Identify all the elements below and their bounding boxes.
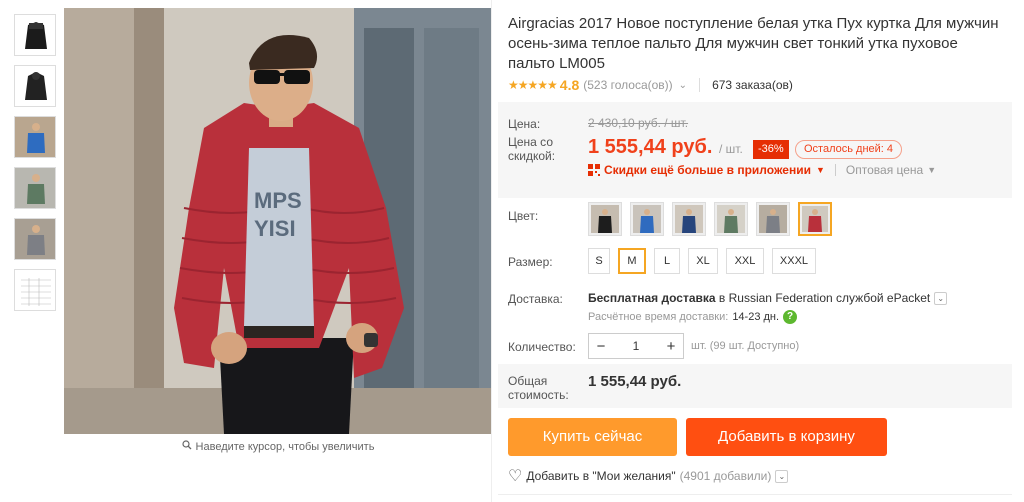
- shipping-destination: в Russian Federation службой ePacket: [718, 291, 931, 305]
- total-label: Общая стоимость:: [508, 374, 569, 402]
- free-shipping-text: Бесплатная доставка: [588, 291, 716, 305]
- app-promo-link[interactable]: Скидки ещё больше в приложении: [604, 163, 811, 177]
- thumbnail-size-chart[interactable]: [14, 269, 56, 311]
- price-label: Цена:: [508, 117, 541, 131]
- color-swatch-grey[interactable]: [756, 202, 790, 236]
- shipping-time-value: 14-23 дн.: [732, 311, 780, 323]
- add-to-wishlist-link[interactable]: Добавить в "Мои желания": [526, 469, 675, 483]
- color-swatches: [588, 202, 840, 236]
- wishlist-row: ♡ Добавить в "Мои желания" (4901 добавил…: [508, 466, 789, 486]
- increase-button[interactable]: +: [659, 338, 683, 355]
- size-options: S M L XL XXL XXXL: [588, 248, 824, 274]
- chevron-down-icon[interactable]: ⌄: [934, 291, 948, 305]
- product-page: MPS YISI Наведите курсор, чтобы увеличит…: [0, 0, 1024, 502]
- heart-icon[interactable]: ♡: [508, 466, 522, 486]
- app-promo-row: Скидки ещё больше в приложении ▼ Оптовая…: [588, 163, 936, 177]
- size-option-xxl[interactable]: XXL: [726, 248, 764, 274]
- rating-row: ★★★★★ 4.8 (523 голоса(ов)) ⌄ 673 заказа(…: [508, 77, 793, 93]
- separator: [834, 164, 836, 176]
- size-option-xl[interactable]: XL: [688, 248, 718, 274]
- thumbnail-grey-jacket-model[interactable]: [14, 218, 56, 260]
- product-title: Airgracias 2017 Новое поступление белая …: [508, 15, 999, 72]
- svg-text:YISI: YISI: [254, 216, 296, 241]
- magnifier-icon: [181, 440, 192, 453]
- divider: [498, 494, 1012, 495]
- discount-price-label: Цена со скидкой:: [508, 135, 556, 163]
- shipping-time-row: Расчётное время доставки: 14-23 дн. ?: [588, 310, 798, 324]
- color-swatch-green[interactable]: [714, 202, 748, 236]
- size-option-xxxl[interactable]: XXXL: [772, 248, 816, 274]
- help-icon[interactable]: ?: [783, 310, 798, 324]
- quantity-stepper: − 1 +: [588, 333, 684, 359]
- shipping-label: Доставка:: [508, 292, 563, 306]
- chevron-down-icon[interactable]: ⌄: [679, 80, 687, 91]
- old-price: 2 430,10 руб. / шт.: [588, 116, 689, 130]
- color-label: Цвет:: [508, 209, 539, 223]
- size-option-s[interactable]: S: [588, 248, 610, 274]
- size-label: Размер:: [508, 255, 553, 269]
- days-left-badge: Осталось дней: 4: [795, 140, 903, 159]
- size-option-l[interactable]: L: [654, 248, 680, 274]
- color-swatch-black[interactable]: [588, 202, 622, 236]
- votes-count[interactable]: (523 голоса(ов)): [583, 78, 672, 92]
- chevron-down-icon[interactable]: ⌄: [775, 469, 789, 483]
- thumbnail-green-jacket-model[interactable]: [14, 167, 56, 209]
- rating-stars-icon: ★★★★★: [508, 78, 558, 92]
- svg-text:MPS: MPS: [254, 188, 302, 213]
- wholesale-price-link[interactable]: Оптовая цена: [846, 163, 923, 177]
- main-product-image[interactable]: MPS YISI: [64, 8, 492, 434]
- quantity-label: Количество:: [508, 340, 576, 354]
- quantity-available: шт. (99 шт. Доступно): [691, 340, 800, 352]
- separator: [699, 78, 701, 92]
- caret-down-icon[interactable]: ▼: [927, 165, 936, 175]
- orders-count: 673 заказа(ов): [712, 78, 793, 92]
- color-swatch-navy[interactable]: [672, 202, 706, 236]
- zoom-hint: Наведите курсор, чтобы увеличить: [64, 440, 492, 453]
- color-swatch-red[interactable]: [798, 202, 832, 236]
- column-divider: [491, 0, 492, 502]
- per-unit: / шт.: [719, 142, 743, 156]
- decrease-button[interactable]: −: [589, 338, 613, 355]
- add-to-cart-button[interactable]: Добавить в корзину: [686, 418, 887, 456]
- thumbnail-black-jacket-back[interactable]: [14, 65, 56, 107]
- quantity-input[interactable]: 1: [613, 339, 659, 353]
- wishlist-count: (4901 добавили): [679, 469, 772, 483]
- shipping-method[interactable]: Бесплатная доставка в Russian Federation…: [588, 291, 948, 305]
- thumbnail-black-jacket-front[interactable]: [14, 14, 56, 56]
- caret-down-icon[interactable]: ▼: [816, 165, 825, 175]
- discount-badge: -36%: [753, 140, 789, 159]
- total-price: 1 555,44 руб.: [588, 373, 682, 390]
- rating-value: 4.8: [559, 77, 580, 93]
- qr-code-icon: [588, 164, 600, 176]
- color-swatch-blue[interactable]: [630, 202, 664, 236]
- thumbnail-blue-jacket-model[interactable]: [14, 116, 56, 158]
- shipping-time-label: Расчётное время доставки:: [588, 311, 729, 323]
- discount-price: 1 555,44 руб.: [588, 136, 713, 158]
- size-option-m[interactable]: M: [618, 248, 646, 274]
- thumbnail-list: [14, 14, 58, 320]
- buy-now-button[interactable]: Купить сейчас: [508, 418, 677, 456]
- zoom-hint-text: Наведите курсор, чтобы увеличить: [195, 441, 375, 453]
